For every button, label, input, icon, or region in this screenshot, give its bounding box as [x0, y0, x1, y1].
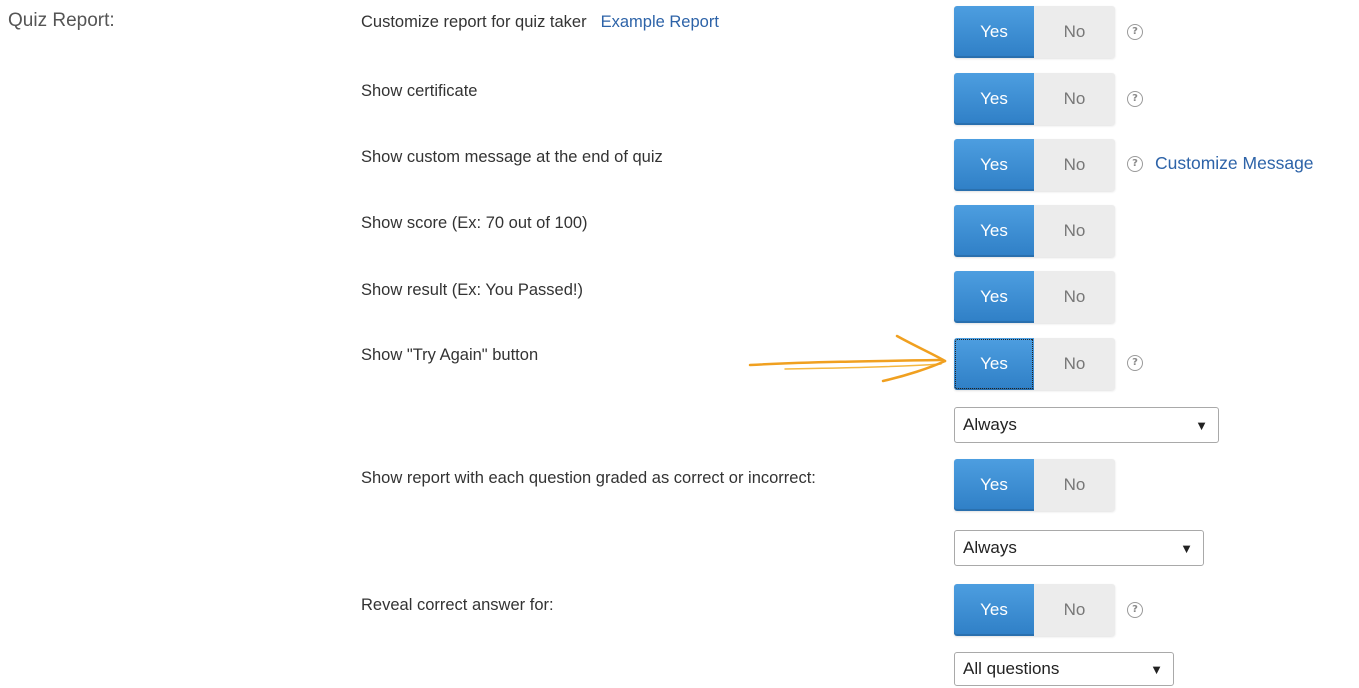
option-label-reveal-answer: Reveal correct answer for: — [361, 596, 554, 614]
toggle-graded-report: Yes No — [954, 459, 1115, 511]
toggle-customize-report: Yes No — [954, 6, 1115, 58]
toggle-try-again: Yes No — [954, 338, 1115, 390]
yes-button[interactable]: Yes — [954, 205, 1034, 257]
option-label-show-certificate: Show certificate — [361, 82, 478, 100]
no-button[interactable]: No — [1034, 139, 1115, 191]
dropdown-arrow-icon: ▼ — [1180, 540, 1193, 556]
quiz-report-label: Quiz Report: — [8, 10, 115, 31]
yes-button[interactable]: Yes — [954, 584, 1034, 636]
help-icon[interactable]: ? — [1127, 156, 1143, 172]
select-value: Always — [963, 538, 1017, 557]
reveal-answer-select[interactable]: All questions ▼ — [954, 652, 1174, 686]
select-value: Always — [963, 415, 1017, 434]
help-icon[interactable]: ? — [1127, 602, 1143, 618]
yes-button[interactable]: Yes — [954, 338, 1034, 390]
dropdown-arrow-icon: ▼ — [1195, 417, 1208, 433]
yes-button[interactable]: Yes — [954, 139, 1034, 191]
yes-button[interactable]: Yes — [954, 271, 1034, 323]
select-value: All questions — [963, 659, 1060, 678]
option-label-try-again: Show "Try Again" button — [361, 346, 539, 364]
toggle-reveal-answer: Yes No — [954, 584, 1115, 636]
no-button[interactable]: No — [1034, 338, 1115, 390]
toggle-show-result: Yes No — [954, 271, 1115, 323]
no-button[interactable]: No — [1034, 459, 1115, 511]
annotation-arrow-icon — [748, 334, 947, 383]
yes-button[interactable]: Yes — [954, 6, 1034, 58]
graded-report-select[interactable]: Always ▼ — [954, 530, 1204, 566]
no-button[interactable]: No — [1034, 73, 1115, 125]
option-label-text: Customize report for quiz taker — [361, 13, 587, 31]
help-icon[interactable]: ? — [1127, 355, 1143, 371]
yes-button[interactable]: Yes — [954, 459, 1034, 511]
help-icon[interactable]: ? — [1127, 91, 1143, 107]
option-label-customize-report: Customize report for quiz taker Example R… — [361, 13, 719, 32]
toggle-custom-message: Yes No — [954, 139, 1115, 191]
yes-button[interactable]: Yes — [954, 73, 1034, 125]
no-button[interactable]: No — [1034, 584, 1115, 636]
no-button[interactable]: No — [1034, 205, 1115, 257]
option-label-show-result: Show result (Ex: You Passed!) — [361, 281, 583, 299]
option-label-custom-message: Show custom message at the end of quiz — [361, 148, 663, 166]
no-button[interactable]: No — [1034, 6, 1115, 58]
help-icon[interactable]: ? — [1127, 24, 1143, 40]
no-button[interactable]: No — [1034, 271, 1115, 323]
option-label-show-score: Show score (Ex: 70 out of 100) — [361, 214, 588, 232]
toggle-show-score: Yes No — [954, 205, 1115, 257]
option-label-graded-report: Show report with each question graded as… — [361, 469, 816, 487]
toggle-show-certificate: Yes No — [954, 73, 1115, 125]
customize-message-link[interactable]: Customize Message — [1155, 153, 1314, 174]
example-report-link[interactable]: Example Report — [601, 13, 719, 31]
try-again-select[interactable]: Always ▼ — [954, 407, 1219, 443]
dropdown-arrow-icon: ▼ — [1150, 661, 1163, 677]
